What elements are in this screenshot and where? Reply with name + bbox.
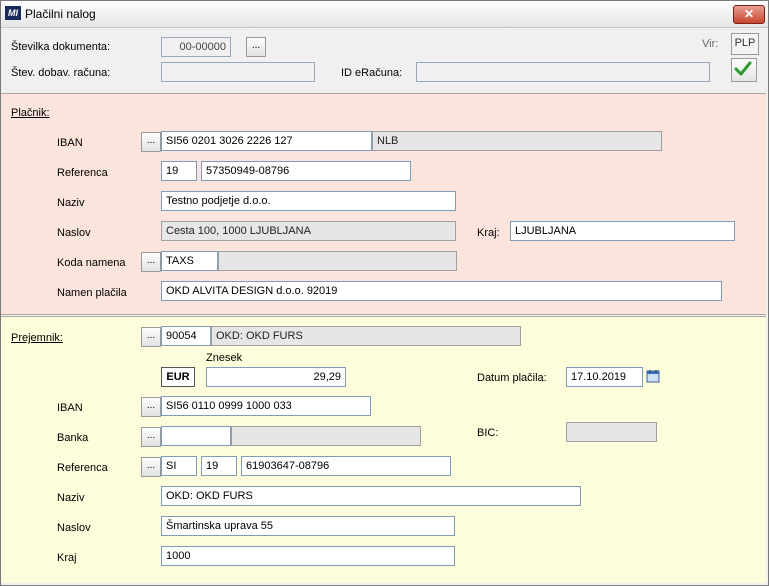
payee-iban-input[interactable]: SI56 0110 0999 1000 033 xyxy=(161,396,371,416)
amount-input[interactable]: 29,29 xyxy=(206,367,346,387)
bic-field xyxy=(566,422,657,442)
payer-address-label: Naslov xyxy=(57,227,91,239)
payee-code-name-field: OKD: OKD FURS xyxy=(211,326,521,346)
payment-date-input[interactable]: 17.10.2019 xyxy=(566,367,643,387)
payer-bank-field: NLB xyxy=(372,131,662,151)
doc-number-label: Številka dokumenta: xyxy=(11,41,111,53)
payee-iban-label: IBAN xyxy=(57,402,83,414)
window-title: Plačilni nalog xyxy=(25,7,96,21)
confirm-button[interactable] xyxy=(731,58,757,82)
payee-reference-country-input[interactable]: SI xyxy=(161,456,197,476)
payee-lookup-button[interactable]: ... xyxy=(141,327,161,347)
currency-badge[interactable]: EUR xyxy=(161,367,195,387)
payer-reference-label: Referenca xyxy=(57,167,108,179)
payee-name-label: Naziv xyxy=(57,492,85,504)
source-plp-button[interactable]: PLP xyxy=(731,33,759,55)
payee-reference-lookup-button[interactable]: ... xyxy=(141,457,161,477)
payee-section-title: Prejemnik: xyxy=(11,332,63,344)
payer-name-label: Naziv xyxy=(57,197,85,209)
close-button[interactable]: ✕ xyxy=(733,5,765,24)
payer-section-title: Plačnik: xyxy=(11,107,50,119)
purpose-code-lookup-button[interactable]: ... xyxy=(141,252,161,272)
payee-address-input[interactable]: Šmartinska uprava 55 xyxy=(161,516,455,536)
payer-iban-label: IBAN xyxy=(57,137,83,149)
einvoice-id-label: ID eRačuna: xyxy=(341,67,403,79)
supplier-invoice-input[interactable] xyxy=(161,62,315,82)
payee-bank-name-field xyxy=(231,426,421,446)
payer-city-label: Kraj: xyxy=(477,227,500,239)
checkmark-icon xyxy=(734,61,752,76)
payer-iban-lookup-button[interactable]: ... xyxy=(141,132,161,152)
doc-number-input[interactable]: 00-00000 xyxy=(161,37,231,57)
payer-reference-model-input[interactable]: 19 xyxy=(161,161,197,181)
payer-name-input[interactable]: Testno podjetje d.o.o. xyxy=(161,191,456,211)
payee-city-label: Kraj xyxy=(57,552,77,564)
source-label: Vir: xyxy=(702,38,719,50)
einvoice-id-input[interactable] xyxy=(416,62,710,82)
title-bar[interactable]: MI Plačilni nalog ✕ xyxy=(1,1,768,28)
payee-reference-model-input[interactable]: 19 xyxy=(201,456,237,476)
purpose-code-label: Koda namena xyxy=(57,257,126,269)
amount-label: Znesek xyxy=(206,352,243,364)
doc-number-lookup-button[interactable]: ... xyxy=(246,37,266,57)
bic-label: BIC: xyxy=(477,427,499,439)
payee-panel xyxy=(1,316,766,583)
payment-date-label: Datum plačila: xyxy=(477,372,547,384)
payee-address-label: Naslov xyxy=(57,522,91,534)
payee-reference-label: Referenca xyxy=(57,462,108,474)
app-logo-icon: MI xyxy=(5,6,21,20)
payee-iban-lookup-button[interactable]: ... xyxy=(141,397,161,417)
payer-iban-input[interactable]: SI56 0201 3026 2226 127 xyxy=(161,131,372,151)
purpose-code-description xyxy=(218,251,457,271)
payee-name-input[interactable]: OKD: OKD FURS xyxy=(161,486,581,506)
supplier-invoice-label: Štev. dobav. računa: xyxy=(11,67,111,79)
payee-city-input[interactable]: 1000 xyxy=(161,546,455,566)
calendar-icon[interactable] xyxy=(646,369,660,383)
payer-address-field: Cesta 100, 1000 LJUBLJANA xyxy=(161,221,456,241)
payee-bank-lookup-button[interactable]: ... xyxy=(141,427,161,447)
payee-bank-input[interactable] xyxy=(161,426,231,446)
purpose-code-input[interactable]: TAXS xyxy=(161,251,218,271)
payer-reference-input[interactable]: 57350949-08796 xyxy=(201,161,411,181)
payee-bank-label: Banka xyxy=(57,432,89,444)
payee-reference-input[interactable]: 61903647-08796 xyxy=(241,456,451,476)
payment-purpose-input[interactable]: OKD ALVITA DESIGN d.o.o. 92019 xyxy=(161,281,722,301)
payment-purpose-label: Namen plačila xyxy=(57,287,127,299)
payer-city-input[interactable]: LJUBLJANA xyxy=(510,221,735,241)
payee-code-input[interactable]: 90054 xyxy=(161,326,211,346)
